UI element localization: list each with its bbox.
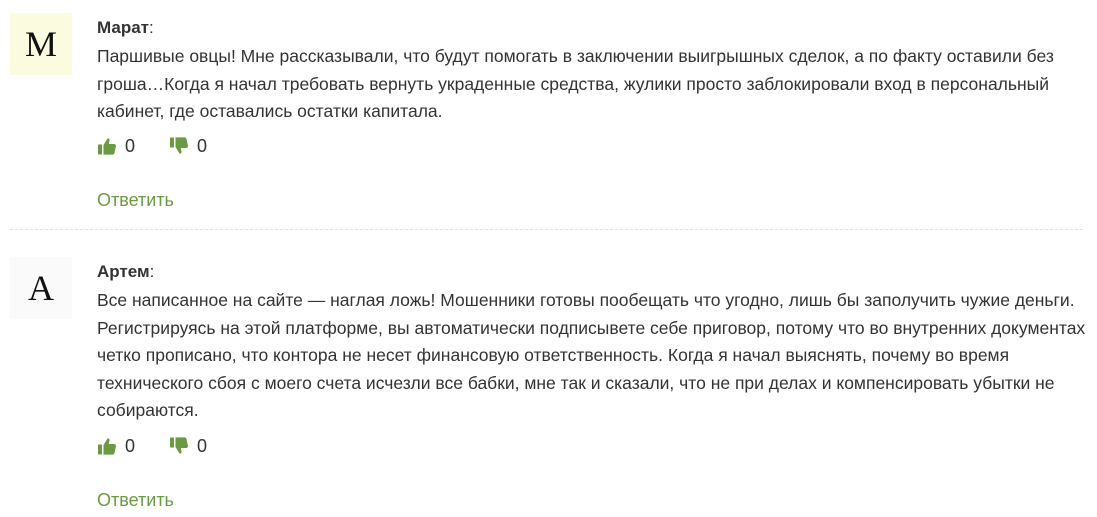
comment-votes: 0 0: [97, 434, 207, 458]
dislike-count: 0: [197, 135, 208, 156]
author-separator: :: [149, 262, 155, 281]
comment-author: Артем: [97, 262, 150, 281]
comment-author: Марат: [97, 18, 149, 37]
dislike-count: 0: [197, 435, 208, 456]
avatar: M: [10, 13, 72, 75]
comment-divider: [10, 229, 1083, 230]
author-separator: :: [149, 18, 154, 37]
dislike-button[interactable]: 0: [169, 436, 207, 457]
avatar: A: [10, 257, 72, 319]
like-count: 0: [125, 135, 136, 156]
thumbs-down-icon: [170, 437, 188, 454]
comment-text: Все написанное на сайте — наглая ложь! М…: [97, 290, 1086, 420]
comment-header: Артем:: [97, 262, 154, 282]
like-button[interactable]: 0: [97, 436, 135, 457]
comment-votes: 0 0: [97, 134, 207, 158]
reply-link[interactable]: Ответить: [97, 490, 174, 511]
reply-link[interactable]: Ответить: [97, 190, 174, 211]
like-button[interactable]: 0: [97, 136, 135, 157]
thumbs-up-icon: [98, 138, 116, 155]
thumbs-down-icon: [170, 137, 188, 154]
thumbs-up-icon: [98, 438, 116, 455]
like-count: 0: [125, 435, 136, 456]
comment-text: Паршивые овцы! Мне рассказывали, что буд…: [97, 46, 1054, 121]
comment-header: Марат:: [97, 18, 154, 38]
dislike-button[interactable]: 0: [169, 136, 207, 157]
